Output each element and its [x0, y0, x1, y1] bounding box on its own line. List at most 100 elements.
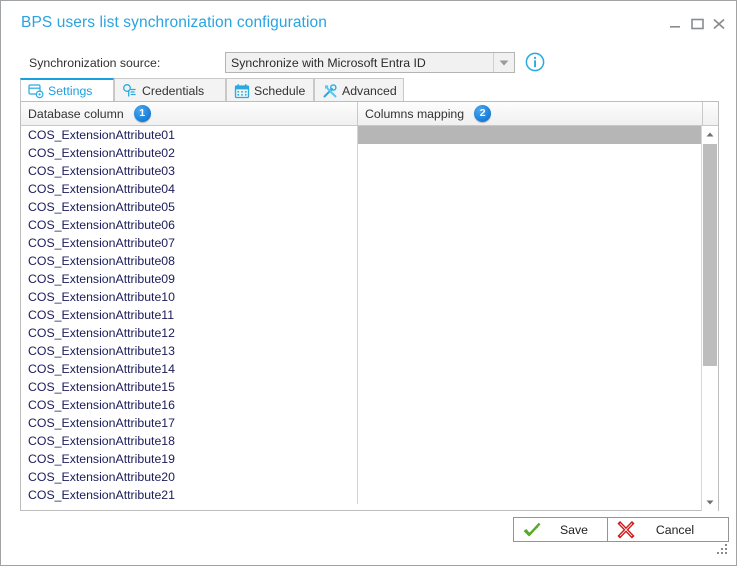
- maximize-button[interactable]: [687, 15, 707, 33]
- resize-grip-icon[interactable]: [715, 542, 729, 556]
- close-button[interactable]: [709, 15, 729, 33]
- save-button[interactable]: Save: [513, 517, 621, 542]
- table-row[interactable]: COS_ExtensionAttribute03: [21, 162, 703, 180]
- cell-columns-mapping[interactable]: [358, 180, 703, 198]
- cell-database-column[interactable]: COS_ExtensionAttribute07: [21, 234, 358, 252]
- mapping-grid: Database column 1 Columns mapping 2 COS_…: [20, 101, 719, 511]
- cell-columns-mapping[interactable]: [358, 486, 703, 504]
- cell-database-column[interactable]: COS_ExtensionAttribute04: [21, 180, 358, 198]
- title-bar: BPS users list synchronization configura…: [1, 1, 736, 43]
- calendar-icon: [234, 83, 250, 99]
- scroll-up-button[interactable]: [702, 126, 718, 143]
- tab-settings[interactable]: Settings: [20, 78, 114, 102]
- tab-schedule-label: Schedule: [254, 83, 306, 98]
- cell-database-column[interactable]: COS_ExtensionAttribute09: [21, 270, 358, 288]
- scrollbar-thumb[interactable]: [703, 144, 717, 366]
- grid-body: COS_ExtensionAttribute01 COS_ExtensionAtt…: [21, 126, 703, 511]
- cell-database-column[interactable]: COS_ExtensionAttribute14: [21, 360, 358, 378]
- cell-database-column[interactable]: COS_ExtensionAttribute11: [21, 306, 358, 324]
- cell-database-column[interactable]: COS_ExtensionAttribute17: [21, 414, 358, 432]
- table-row[interactable]: COS_ExtensionAttribute15: [21, 378, 703, 396]
- tab-advanced[interactable]: Advanced: [314, 78, 404, 102]
- tab-credentials-label: Credentials: [142, 83, 205, 98]
- cell-columns-mapping[interactable]: [358, 126, 703, 144]
- cell-database-column[interactable]: COS_ExtensionAttribute19: [21, 450, 358, 468]
- minimize-icon: [670, 26, 680, 28]
- tab-settings-label: Settings: [48, 84, 93, 98]
- cell-database-column[interactable]: COS_ExtensionAttribute01: [21, 126, 358, 144]
- scroll-down-button[interactable]: [702, 494, 718, 511]
- table-row[interactable]: COS_ExtensionAttribute21: [21, 486, 703, 504]
- table-row[interactable]: COS_ExtensionAttribute08: [21, 252, 703, 270]
- table-row[interactable]: COS_ExtensionAttribute04: [21, 180, 703, 198]
- cell-columns-mapping[interactable]: [358, 378, 703, 396]
- cell-columns-mapping[interactable]: [358, 270, 703, 288]
- column-header-columns-mapping[interactable]: Columns mapping 2: [358, 102, 703, 125]
- maximize-icon: [691, 18, 704, 30]
- cancel-button[interactable]: Cancel: [607, 517, 729, 542]
- table-row[interactable]: COS_ExtensionAttribute13: [21, 342, 703, 360]
- column-header-columns-mapping-label: Columns mapping: [365, 106, 465, 121]
- cell-columns-mapping[interactable]: [358, 324, 703, 342]
- table-row[interactable]: COS_ExtensionAttribute09: [21, 270, 703, 288]
- cell-columns-mapping[interactable]: [358, 432, 703, 450]
- table-row[interactable]: COS_ExtensionAttribute05: [21, 198, 703, 216]
- grid-vertical-scrollbar[interactable]: [701, 126, 718, 511]
- table-row[interactable]: COS_ExtensionAttribute07: [21, 234, 703, 252]
- table-row[interactable]: COS_ExtensionAttribute18: [21, 432, 703, 450]
- cell-columns-mapping[interactable]: [358, 252, 703, 270]
- cell-columns-mapping[interactable]: [358, 414, 703, 432]
- info-icon[interactable]: [525, 52, 545, 72]
- cell-database-column[interactable]: COS_ExtensionAttribute15: [21, 378, 358, 396]
- cell-database-column[interactable]: COS_ExtensionAttribute16: [21, 396, 358, 414]
- table-row[interactable]: COS_ExtensionAttribute20: [21, 468, 703, 486]
- table-row[interactable]: COS_ExtensionAttribute12: [21, 324, 703, 342]
- table-row[interactable]: COS_ExtensionAttribute19: [21, 450, 703, 468]
- tools-icon: [322, 83, 338, 99]
- cell-columns-mapping[interactable]: [358, 360, 703, 378]
- database-settings-icon: [28, 83, 44, 99]
- step-badge-2: 2: [474, 105, 492, 122]
- table-row[interactable]: COS_ExtensionAttribute11: [21, 306, 703, 324]
- synchronization-source-select[interactable]: Synchronize with Microsoft Entra ID: [225, 52, 515, 73]
- cell-columns-mapping[interactable]: [358, 396, 703, 414]
- cell-database-column[interactable]: COS_ExtensionAttribute12: [21, 324, 358, 342]
- column-header-filler: [703, 102, 720, 125]
- cell-database-column[interactable]: COS_ExtensionAttribute02: [21, 144, 358, 162]
- table-row[interactable]: COS_ExtensionAttribute01: [21, 126, 703, 144]
- cell-columns-mapping[interactable]: [358, 342, 703, 360]
- key-icon: [122, 83, 138, 99]
- table-row[interactable]: COS_ExtensionAttribute14: [21, 360, 703, 378]
- cell-database-column[interactable]: COS_ExtensionAttribute20: [21, 468, 358, 486]
- scroll-up-icon: [706, 132, 714, 137]
- cell-database-column[interactable]: COS_ExtensionAttribute10: [21, 288, 358, 306]
- cell-database-column[interactable]: COS_ExtensionAttribute08: [21, 252, 358, 270]
- column-header-database-column[interactable]: Database column 1: [21, 102, 358, 125]
- table-row[interactable]: COS_ExtensionAttribute10: [21, 288, 703, 306]
- cell-database-column[interactable]: COS_ExtensionAttribute18: [21, 432, 358, 450]
- cell-columns-mapping[interactable]: [358, 216, 703, 234]
- cell-columns-mapping[interactable]: [358, 450, 703, 468]
- cell-columns-mapping[interactable]: [358, 144, 703, 162]
- cell-database-column[interactable]: COS_ExtensionAttribute03: [21, 162, 358, 180]
- tab-credentials[interactable]: Credentials: [114, 78, 226, 102]
- cell-columns-mapping[interactable]: [358, 234, 703, 252]
- close-icon: [713, 18, 725, 30]
- table-row[interactable]: COS_ExtensionAttribute16: [21, 396, 703, 414]
- cell-database-column[interactable]: COS_ExtensionAttribute21: [21, 486, 358, 504]
- minimize-button[interactable]: [665, 15, 685, 33]
- cell-columns-mapping[interactable]: [358, 288, 703, 306]
- cell-database-column[interactable]: COS_ExtensionAttribute06: [21, 216, 358, 234]
- synchronization-source-dropdown-button[interactable]: [493, 53, 514, 72]
- table-row[interactable]: COS_ExtensionAttribute02: [21, 144, 703, 162]
- tab-schedule[interactable]: Schedule: [226, 78, 314, 102]
- cell-columns-mapping[interactable]: [358, 198, 703, 216]
- table-row[interactable]: COS_ExtensionAttribute17: [21, 414, 703, 432]
- table-row[interactable]: COS_ExtensionAttribute06: [21, 216, 703, 234]
- window-title: BPS users list synchronization configura…: [21, 14, 327, 31]
- cell-database-column[interactable]: COS_ExtensionAttribute05: [21, 198, 358, 216]
- cell-columns-mapping[interactable]: [358, 306, 703, 324]
- cell-columns-mapping[interactable]: [358, 468, 703, 486]
- cell-columns-mapping[interactable]: [358, 162, 703, 180]
- cell-database-column[interactable]: COS_ExtensionAttribute13: [21, 342, 358, 360]
